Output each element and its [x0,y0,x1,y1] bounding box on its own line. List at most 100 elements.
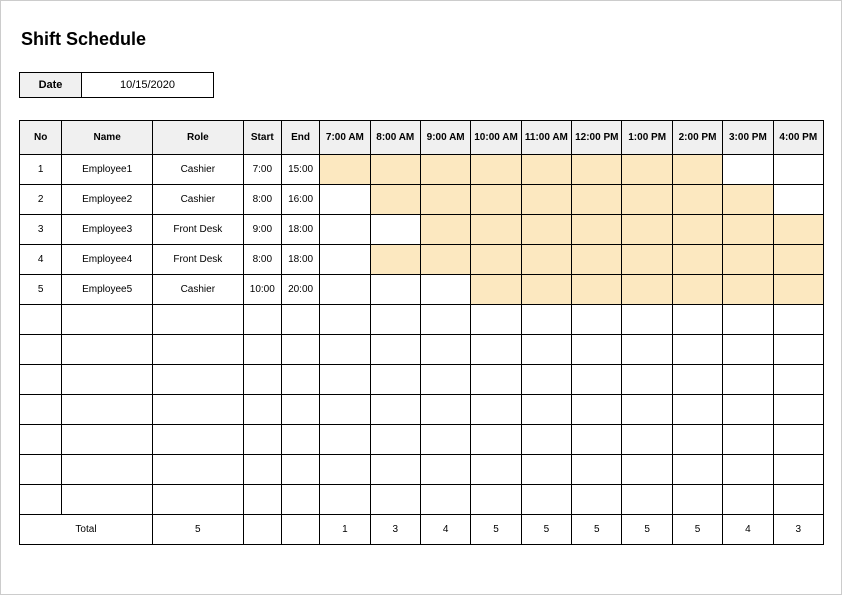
cell-hour-1 [370,185,420,215]
cell-empty [672,305,722,335]
cell-role: Front Desk [152,215,243,245]
table-row-empty [20,305,824,335]
table-row: 3Employee3Front Desk9:0018:00 [20,215,824,245]
cell-empty [471,305,521,335]
cell-hour-0 [320,245,370,275]
cell-hour-9 [773,155,823,185]
cell-empty [622,485,672,515]
cell-empty [471,395,521,425]
header-hour-4: 11:00 AM [521,121,571,155]
cell-empty [572,455,622,485]
cell-start: 7:00 [243,155,281,185]
cell-start: 8:00 [243,245,281,275]
cell-hour-3 [471,275,521,305]
cell-empty [20,425,62,455]
cell-hour-5 [572,215,622,245]
cell-hour-0 [320,155,370,185]
table-row-empty [20,335,824,365]
cell-empty [281,305,319,335]
cell-hour-9 [773,275,823,305]
cell-empty [723,365,773,395]
cell-empty [62,305,153,335]
cell-empty [773,305,823,335]
cell-empty [471,425,521,455]
cell-empty [471,365,521,395]
cell-name: Employee1 [62,155,153,185]
cell-empty [521,335,571,365]
cell-end: 18:00 [281,245,319,275]
total-hour-5: 5 [572,515,622,545]
cell-empty [62,365,153,395]
cell-empty [281,335,319,365]
total-hour-6: 5 [622,515,672,545]
cell-no: 3 [20,215,62,245]
cell-empty [622,455,672,485]
cell-empty [370,335,420,365]
cell-role: Front Desk [152,245,243,275]
cell-empty [243,425,281,455]
header-role: Role [152,121,243,155]
cell-empty [420,335,470,365]
cell-end: 15:00 [281,155,319,185]
total-row: Total51345555543 [20,515,824,545]
cell-hour-7 [672,275,722,305]
cell-role: Cashier [152,275,243,305]
cell-empty [20,365,62,395]
cell-hour-9 [773,185,823,215]
header-hour-7: 2:00 PM [672,121,722,155]
cell-empty [723,485,773,515]
cell-empty [672,485,722,515]
table-row-empty [20,395,824,425]
cell-empty [521,305,571,335]
cell-empty [622,335,672,365]
cell-empty [521,395,571,425]
cell-hour-1 [370,155,420,185]
cell-empty [420,395,470,425]
cell-name: Employee5 [62,275,153,305]
cell-empty [20,455,62,485]
cell-name: Employee2 [62,185,153,215]
cell-empty [320,395,370,425]
total-end [281,515,319,545]
cell-empty [281,455,319,485]
cell-empty [723,335,773,365]
cell-empty [370,305,420,335]
cell-empty [572,395,622,425]
cell-hour-5 [572,275,622,305]
cell-hour-7 [672,215,722,245]
cell-empty [521,455,571,485]
total-hour-1: 3 [370,515,420,545]
cell-hour-0 [320,215,370,245]
cell-empty [370,365,420,395]
schedule-page: Shift Schedule Date 10/15/2020 NoNameRol… [0,0,842,595]
table-row: 2Employee2Cashier8:0016:00 [20,185,824,215]
cell-empty [723,425,773,455]
cell-empty [572,365,622,395]
cell-hour-6 [622,215,672,245]
cell-start: 10:00 [243,275,281,305]
cell-empty [370,425,420,455]
cell-empty [622,395,672,425]
cell-hour-1 [370,275,420,305]
header-hour-9: 4:00 PM [773,121,823,155]
total-hour-4: 5 [521,515,571,545]
cell-hour-8 [723,215,773,245]
cell-empty [370,455,420,485]
cell-empty [62,455,153,485]
cell-empty [281,395,319,425]
header-hour-0: 7:00 AM [320,121,370,155]
cell-empty [723,455,773,485]
cell-empty [281,365,319,395]
page-title: Shift Schedule [21,29,823,50]
cell-hour-3 [471,245,521,275]
cell-hour-8 [723,185,773,215]
cell-empty [62,335,153,365]
schedule-table: NoNameRoleStartEnd7:00 AM8:00 AM9:00 AM1… [19,120,824,545]
cell-empty [723,305,773,335]
cell-empty [622,425,672,455]
cell-end: 18:00 [281,215,319,245]
cell-hour-5 [572,155,622,185]
header-hour-5: 12:00 PM [572,121,622,155]
cell-hour-1 [370,245,420,275]
cell-role: Cashier [152,185,243,215]
